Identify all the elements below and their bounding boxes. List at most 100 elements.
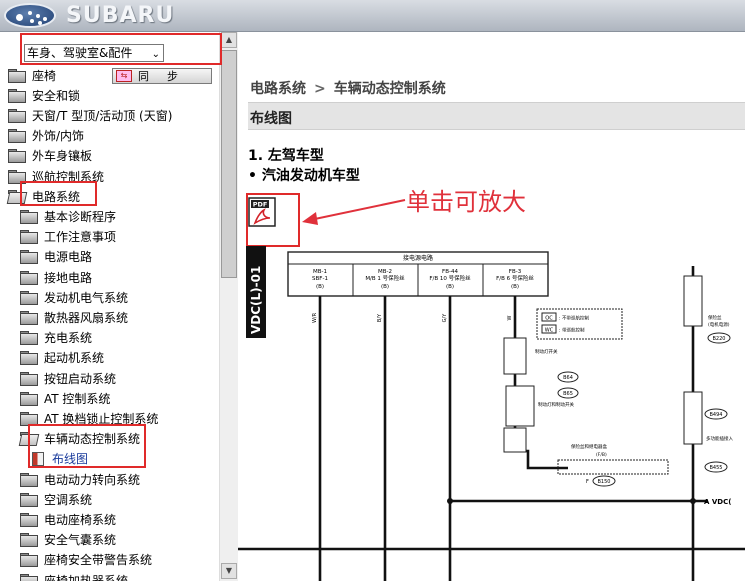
folder-icon (20, 331, 38, 346)
folder-icon (20, 250, 38, 265)
sidebar-tree-label: 起动机系统 (44, 351, 105, 366)
diagram-label: A VDC( (704, 498, 731, 506)
connector-label: B220 (713, 336, 726, 342)
highlight-circuit-system (20, 181, 97, 206)
fuse-text: F/B 6 号保险丝 (496, 274, 534, 282)
sidebar-tree-label: 座椅 (32, 68, 57, 83)
diagram-label: F (586, 479, 589, 485)
folder-icon (20, 553, 38, 568)
subaru-star-icon (4, 3, 56, 28)
wiring-diagram[interactable]: VDC(L)-01 接电源电路 MB-1 SBF-1 (B) MB-2 M/B … (238, 246, 745, 581)
wire-label: B/Y (377, 313, 383, 322)
sidebar-tree-item[interactable]: 安全和锁 (8, 85, 80, 105)
sidebar-tree-item[interactable]: AT 控制系统 (20, 388, 110, 408)
diagram-header-title: 接电源电路 (403, 254, 433, 262)
folder-icon (20, 411, 38, 426)
sidebar-tree-label: 安全和锁 (32, 88, 81, 103)
folder-icon (8, 149, 26, 164)
sync-button[interactable]: ⇆ 同步 (112, 68, 212, 84)
legend-text: : 不带巡航控制 (559, 315, 589, 322)
folder-icon (20, 310, 38, 325)
sidebar-tree-label: AT 控制系统 (44, 391, 111, 406)
click-to-enlarge-annotation: 单击可放大 (406, 188, 526, 216)
folder-icon (20, 533, 38, 548)
sidebar-tree-item[interactable]: 起动机系统 (20, 348, 104, 368)
sidebar-tree-item[interactable]: 空调系统 (20, 489, 92, 509)
sidebar-tree-item[interactable]: 座椅加热器系统 (20, 570, 128, 581)
subaru-logo: SUBARU (4, 3, 174, 28)
legend-code: OC (545, 316, 553, 322)
sidebar-tree-label: 电动动力转向系统 (44, 472, 141, 487)
diagram-label: 制动灯和制动开关 (538, 401, 574, 408)
sidebar-tree-item[interactable]: 外车身镶板 (8, 146, 92, 166)
wire-label: G/Y (442, 313, 448, 323)
sync-button-label: 同步 (138, 70, 196, 83)
scroll-up-arrow-icon[interactable]: ▲ (221, 32, 237, 48)
fuse-text: F/B 10 号保险丝 (429, 274, 471, 282)
sidebar-tree-label: 外饰/内饰 (32, 129, 85, 144)
connector-label: B150 (598, 479, 611, 485)
sidebar-tree-item[interactable]: 基本诊断程序 (20, 206, 116, 226)
wire-label: W/R (312, 312, 318, 323)
breadcrumb-item[interactable]: 车辆动态控制系统 (334, 81, 446, 97)
folder-icon (20, 512, 38, 527)
fuse-box: MB-1 SBF-1 (B) MB-2 M/B 1 号保险丝 (B) FB-44… (312, 269, 534, 290)
diagram-label: 多功能插接入 (706, 435, 733, 442)
highlight-pdf-icon (246, 193, 300, 247)
folder-icon (20, 270, 38, 285)
sidebar-tree-item[interactable]: 外饰/内饰 (8, 126, 84, 146)
folder-icon (8, 108, 26, 123)
folder-icon (8, 129, 26, 144)
sidebar-tree-label: 空调系统 (44, 492, 93, 507)
diagram-label: 保险丝 (708, 314, 722, 321)
sidebar-tree-item[interactable]: 电动动力转向系统 (20, 469, 140, 489)
highlight-vdc-wiring (28, 424, 146, 468)
diagram-label: 保险丝和继电器盒 (571, 443, 607, 450)
sidebar: 车身、驾驶室&配件 ⌄ 座椅 安全和锁 天窗/T 型顶/活动顶 (天窗) 外饰/内饰外… (0, 32, 238, 581)
folder-icon (20, 351, 38, 366)
sidebar-tree-item[interactable]: 座椅安全带警告系统 (20, 550, 152, 570)
folder-icon (20, 371, 38, 386)
fuse-text: (B) (446, 284, 454, 290)
diagram-label: 制动灯开关 (535, 348, 558, 355)
sidebar-tree-label: 接地电路 (44, 270, 93, 285)
sidebar-tree-item[interactable]: 工作注意事项 (20, 227, 116, 247)
scroll-thumb[interactable] (221, 50, 237, 278)
fuse-text: FB-3 (509, 269, 522, 275)
sidebar-tree-label: 基本诊断程序 (44, 209, 117, 224)
fuse-text: (B) (381, 284, 389, 290)
folder-icon (20, 230, 38, 245)
sidebar-tree-item[interactable]: 按钮启动系统 (20, 368, 116, 388)
scroll-down-arrow-icon[interactable]: ▼ (221, 563, 237, 579)
diagram-label: (F/B) (596, 452, 607, 458)
sidebar-tree-item[interactable]: 天窗/T 型顶/活动顶 (天窗) (8, 105, 172, 125)
sidebar-tree-item[interactable]: 散热器风扇系统 (20, 307, 128, 327)
folder-icon (8, 88, 26, 103)
sidebar-tree-item[interactable]: 安全气囊系统 (20, 530, 116, 550)
breadcrumb: 电路系统 > 车辆动态控制系统 (250, 78, 446, 98)
legend-code: WC (545, 328, 554, 334)
diagram-label: (电机电源) (708, 321, 730, 328)
sidebar-tree-item[interactable]: 电动座椅系统 (20, 509, 116, 529)
sidebar-scrollbar[interactable]: ▲ ▼ (219, 32, 238, 581)
sidebar-tree-item[interactable]: 座椅 (8, 65, 56, 85)
breadcrumb-item[interactable]: 电路系统 (250, 81, 306, 97)
sidebar-tree-item[interactable]: 接地电路 (20, 267, 92, 287)
sidebar-tree-item[interactable]: 电源电路 (20, 247, 92, 267)
sidebar-tree-label: 发动机电气系统 (44, 290, 129, 305)
brand-name: SUBARU (66, 3, 175, 28)
sidebar-tree-label: 外车身镶板 (32, 149, 93, 164)
sidebar-tree-label: 工作注意事项 (44, 230, 117, 245)
sidebar-tree-label: 充电系统 (44, 331, 93, 346)
sidebar-tree-label: 电源电路 (44, 250, 93, 265)
connector-label: B64 (563, 375, 573, 381)
sidebar-tree-item[interactable]: 充电系统 (20, 328, 92, 348)
folder-icon (20, 209, 38, 224)
folder-icon (20, 492, 38, 507)
sidebar-tree-label: 电动座椅系统 (44, 512, 117, 527)
folder-icon (20, 290, 38, 305)
connector-label: B494 (710, 412, 723, 418)
diagram-side-label: VDC(L)-01 (249, 266, 263, 334)
fuse-text: MB-2 (378, 269, 392, 275)
sidebar-tree-item[interactable]: 发动机电气系统 (20, 287, 128, 307)
